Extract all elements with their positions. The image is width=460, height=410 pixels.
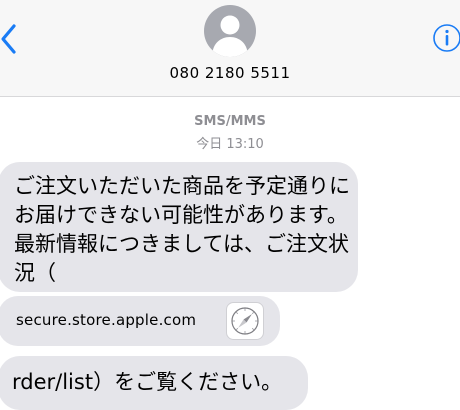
day-label: 今日 xyxy=(196,137,223,152)
safari-compass-icon xyxy=(226,302,264,340)
link-url[interactable]: secure.store.apple.com xyxy=(16,311,196,329)
avatar[interactable] xyxy=(204,5,256,57)
contact-number[interactable]: 080 2180 5511 xyxy=(0,64,460,82)
conversation-header: 080 2180 5511 xyxy=(0,0,460,97)
message-text: rder/list）をご覧ください。 xyxy=(12,370,283,394)
service-label: SMS/MMS xyxy=(194,114,266,129)
message-timestamp: 今日 13:10 xyxy=(0,133,460,152)
message-bubble[interactable]: ご注文いただいた商品を予定通りにお届けできない可能性があります。最新情報につきま… xyxy=(0,162,358,292)
link-preview-bubble[interactable]: secure.store.apple.com xyxy=(0,296,280,346)
message-bubble[interactable]: rder/list）をご覧ください。 xyxy=(0,356,308,410)
person-silhouette-icon xyxy=(212,15,248,57)
time-label: 13:10 xyxy=(226,137,264,152)
info-icon[interactable] xyxy=(432,23,460,53)
message-text: ご注文いただいた商品を予定通りにお届けできない可能性があります。最新情報につきま… xyxy=(14,174,350,285)
chevron-left-icon[interactable] xyxy=(0,22,22,56)
